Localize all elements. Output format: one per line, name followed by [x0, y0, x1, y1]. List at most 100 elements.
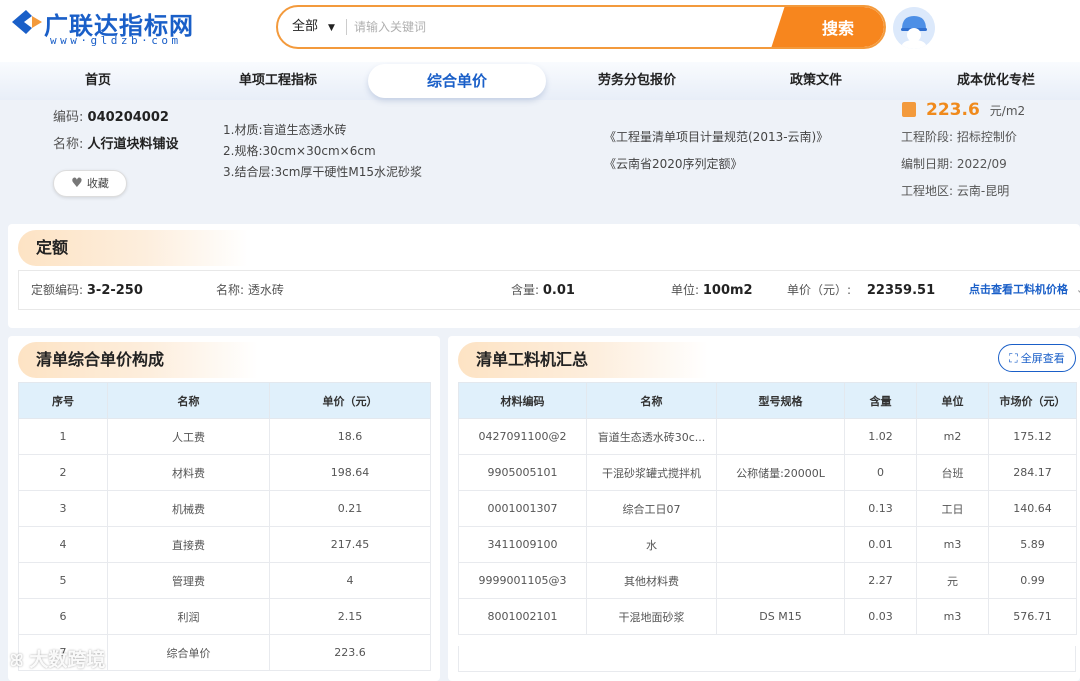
column-header: 含量: [844, 382, 917, 419]
table-row: 1 人工费 18.6: [18, 418, 431, 455]
table-row: 0001001307 综合工日07 0.13 工日 140.64: [458, 490, 1077, 527]
view-material-prices-label: 点击查看工料机价格: [969, 283, 1068, 296]
item-price-value: 223.6: [926, 100, 980, 120]
cell-material-name: 盲道生态透水砖30c...: [586, 418, 717, 455]
compile-date: 编制日期: 2022/09: [901, 157, 1007, 171]
main-nav: 首页 单项工程指标 综合单价 劳务分包报价 政策文件 成本优化专栏: [0, 62, 1080, 100]
cell-unit: 元: [916, 562, 989, 599]
quota-price-value: 22359.51: [866, 283, 936, 298]
quota-unit-value: 100m2: [702, 283, 753, 298]
cell-material-code: 0427091100@2: [458, 418, 587, 455]
column-header: 型号规格: [716, 382, 845, 419]
favorite-button[interactable]: ♥ 收藏: [53, 170, 127, 197]
user-avatar[interactable]: [893, 7, 935, 49]
cell-unit: m2: [916, 418, 989, 455]
cell-amount: 2.27: [844, 562, 917, 599]
cell-material-name: 干混地面砂浆: [586, 598, 717, 635]
column-header: 名称: [586, 382, 717, 419]
chevron-down-icon: ⌄: [1076, 283, 1080, 296]
column-header: 单位: [916, 382, 989, 419]
quota-amount-value: 0.01: [542, 283, 575, 298]
item-feature: 1.材质:盲道生态透水砖: [223, 123, 347, 137]
cell-amount: 0.01: [844, 526, 917, 563]
nav-policy[interactable]: 政策文件: [770, 62, 862, 100]
nav-home[interactable]: 首页: [62, 62, 134, 100]
fullscreen-label: 全屏查看: [1020, 352, 1065, 365]
nav-project-index[interactable]: 单项工程指标: [222, 62, 334, 100]
cell-name: 人工费: [107, 418, 270, 455]
nav-labor-quote[interactable]: 劳务分包报价: [582, 62, 692, 100]
search-scope-select[interactable]: 全部 ▼: [292, 7, 335, 47]
cell-material-code: 8001002101: [458, 598, 587, 635]
cell-index: 4: [18, 526, 108, 563]
table-row: 3411009100 水 0.01 m3 5.89: [458, 526, 1077, 563]
project-stage: 工程阶段: 招标控制价: [901, 130, 1017, 144]
cell-index: 1: [18, 418, 108, 455]
cell-price: 4: [269, 562, 431, 599]
cell-index: 6: [18, 598, 108, 635]
cell-material-name: 干混砂浆罐式搅拌机: [586, 454, 717, 491]
cell-material-name: 水: [586, 526, 717, 563]
search-bar: 全部 ▼ 搜索: [276, 5, 886, 49]
quota-name-label: 名称:: [216, 283, 245, 297]
caret-down-icon: ▼: [328, 23, 335, 33]
cell-amount: 1.02: [844, 418, 917, 455]
materials-header-row: 材料编码 名称 型号规格 含量 单位 市场价（元）: [458, 382, 1077, 419]
cell-price: 0.21: [269, 490, 431, 527]
quota-code: 定额编码: 3-2-250: [31, 271, 143, 310]
cell-market-price: 175.12: [988, 418, 1077, 455]
cell-spec: [716, 562, 845, 599]
cell-market-price: 140.64: [988, 490, 1077, 527]
cell-market-price: 284.17: [988, 454, 1077, 491]
quota-amount: 含量: 0.01: [511, 271, 575, 310]
cell-material-name: 其他材料费: [586, 562, 717, 599]
quota-row: 定额编码: 3-2-250 名称: 透水砖 含量: 0.01 单位: 100m2…: [18, 270, 1080, 310]
user-avatar-icon: [893, 7, 935, 49]
cell-material-code: 9999001105@3: [458, 562, 587, 599]
composition-panel: 清单综合单价构成 序号 名称 单价（元） 1 人工费 18.6 2 材料费 19…: [8, 336, 440, 681]
table-footer-space: [458, 646, 1076, 672]
cell-market-price: 576.71: [988, 598, 1077, 635]
quota-name: 名称: 透水砖: [216, 271, 284, 309]
watermark: ꕤ 大数跨境: [10, 645, 105, 672]
nav-unit-price[interactable]: 综合单价: [368, 64, 546, 98]
logo-icon: [12, 10, 42, 34]
materials-table: 材料编码 名称 型号规格 含量 单位 市场价（元） 0427091100@2 盲…: [458, 382, 1077, 635]
nav-cost-optimization[interactable]: 成本优化专栏: [940, 62, 1052, 100]
column-header: 材料编码: [458, 382, 587, 419]
cell-market-price: 0.99: [988, 562, 1077, 599]
cell-amount: 0.13: [844, 490, 917, 527]
cell-unit: m3: [916, 526, 989, 563]
quota-code-value: 3-2-250: [86, 283, 143, 298]
materials-title: 清单工料机汇总: [458, 342, 708, 378]
cell-unit: 台班: [916, 454, 989, 491]
watermark-logo-icon: ꕤ: [10, 651, 24, 670]
cell-amount: 0.03: [844, 598, 917, 635]
item-code-label: 编码:: [53, 110, 84, 125]
expand-icon: ⛶: [1009, 351, 1018, 365]
composition-title: 清单综合单价构成: [18, 342, 258, 378]
item-code-value: 040204002: [87, 110, 169, 125]
quota-name-value: 透水砖: [247, 283, 284, 297]
quota-unit: 单位: 100m2: [671, 271, 753, 310]
table-row: 9905005101 干混砂浆罐式搅拌机 公称储量:20000L 0 台班 28…: [458, 454, 1077, 491]
view-material-prices-link[interactable]: 点击查看工料机价格 ⌄: [969, 271, 1080, 309]
search-button[interactable]: 搜索: [792, 7, 884, 47]
table-row: 0427091100@2 盲道生态透水砖30c... 1.02 m2 175.1…: [458, 418, 1077, 455]
search-divider: [346, 19, 347, 35]
cell-amount: 0: [844, 454, 917, 491]
cell-name: 直接费: [107, 526, 270, 563]
cell-price: 2.15: [269, 598, 431, 635]
header: 广联达指标网 www·gldzb·com 全部 ▼ 搜索: [0, 0, 1080, 62]
table-row: 5 管理费 4: [18, 562, 431, 599]
cell-material-code: 0001001307: [458, 490, 587, 527]
cell-name: 机械费: [107, 490, 270, 527]
project-region: 工程地区: 云南-昆明: [901, 184, 1010, 198]
fullscreen-button[interactable]: ⛶ 全屏查看: [998, 344, 1076, 372]
site-logo[interactable]: 广联达指标网 www·gldzb·com: [8, 4, 228, 50]
cell-material-code: 3411009100: [458, 526, 587, 563]
cell-price: 217.45: [269, 526, 431, 563]
column-header: 序号: [18, 382, 108, 419]
search-input[interactable]: [354, 13, 774, 41]
item-name-label: 名称:: [53, 137, 84, 152]
